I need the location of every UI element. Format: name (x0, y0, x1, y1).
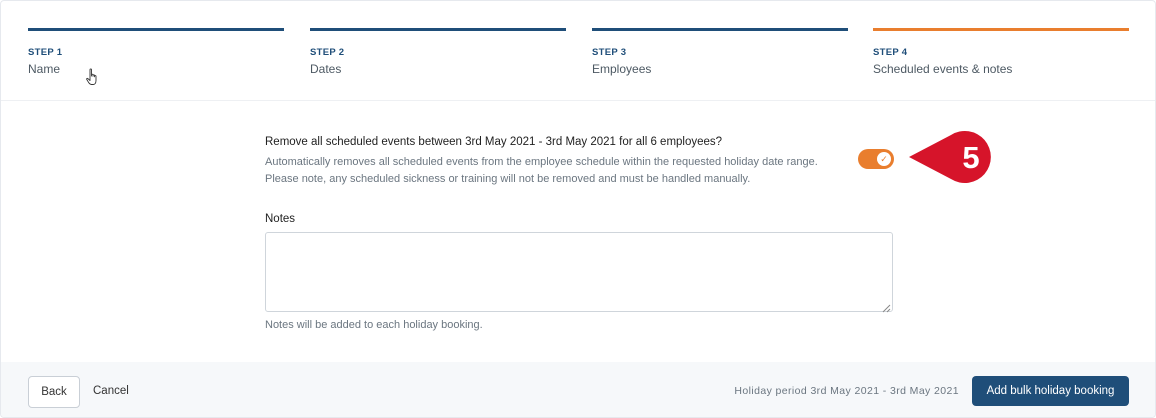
section-divider (1, 100, 1155, 101)
step-marker-badge: 5 (909, 131, 991, 183)
remove-events-description: Automatically removes all scheduled even… (265, 154, 855, 188)
step-name[interactable]: STEP 1 Name (28, 28, 284, 76)
resize-handle-icon[interactable] (882, 300, 891, 318)
step-label: Dates (310, 62, 342, 76)
step-label: Scheduled events & notes (873, 62, 1013, 76)
step-number: STEP 3 (592, 47, 627, 58)
holiday-wizard-panel: STEP 1 Name STEP 2 Dates STEP 3 Employee… (0, 0, 1156, 418)
step-label: Employees (592, 62, 652, 76)
step-dates[interactable]: STEP 2 Dates (310, 28, 566, 76)
checkmark-icon: ✓ (880, 153, 888, 164)
step-number: STEP 4 (873, 47, 908, 58)
cancel-button[interactable]: Cancel (93, 376, 129, 406)
remove-events-toggle[interactable]: ✓ (858, 149, 894, 169)
holiday-period-text: Holiday period 3rd May 2021 - 3rd May 20… (734, 385, 959, 397)
step-progress-bar (28, 28, 284, 31)
footer-bar: Back Cancel Holiday period 3rd May 2021 … (1, 362, 1155, 417)
step-marker-number: 5 (962, 140, 979, 175)
step-progress-bar (592, 28, 848, 31)
remove-events-question: Remove all scheduled events between 3rd … (265, 136, 723, 148)
notes-textarea[interactable] (265, 232, 893, 312)
wizard-steps: STEP 1 Name STEP 2 Dates STEP 3 Employee… (28, 28, 1130, 100)
step-employees[interactable]: STEP 3 Employees (592, 28, 848, 76)
step-progress-bar (873, 28, 1129, 31)
notes-help-text: Notes will be added to each holiday book… (265, 319, 483, 331)
step-number: STEP 1 (28, 47, 63, 58)
remove-events-section: Remove all scheduled events between 3rd … (265, 136, 895, 188)
back-button[interactable]: Back (28, 376, 80, 408)
toggle-knob: ✓ (877, 152, 891, 166)
hand-pointer-cursor-icon (86, 68, 100, 93)
description-line: Please note, any scheduled sickness or t… (265, 173, 751, 185)
notes-label: Notes (265, 213, 296, 225)
description-line: Automatically removes all scheduled even… (265, 156, 818, 168)
step-scheduled-events-notes[interactable]: STEP 4 Scheduled events & notes (873, 28, 1129, 76)
add-bulk-holiday-booking-button[interactable]: Add bulk holiday booking (972, 376, 1129, 406)
step-number: STEP 2 (310, 47, 345, 58)
step-progress-bar (310, 28, 566, 31)
step-label: Name (28, 62, 61, 76)
